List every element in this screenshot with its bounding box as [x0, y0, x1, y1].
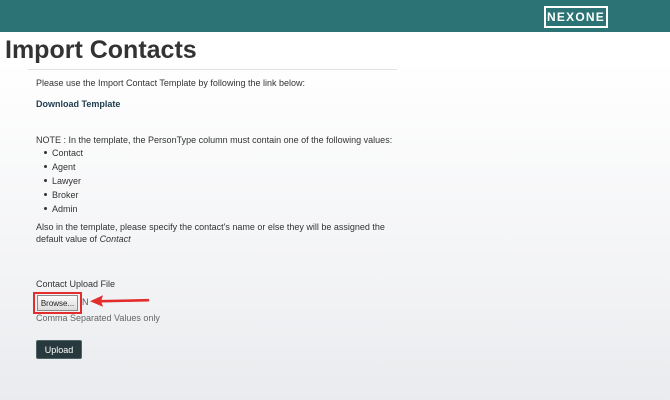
person-type-item: Broker — [44, 188, 83, 202]
nexone-logo[interactable]: NEXONE — [544, 6, 608, 28]
browse-highlight: Browse... — [33, 292, 82, 314]
file-type-hint: Comma Separated Values only — [36, 313, 160, 323]
title-divider — [28, 69, 397, 70]
download-template-link[interactable]: Download Template — [36, 99, 120, 109]
arrow-left-icon — [90, 295, 150, 307]
default-name-note-text: Also in the template, please specify the… — [36, 222, 385, 244]
default-value: Contact — [99, 234, 131, 244]
intro-text: Please use the Import Contact Template b… — [36, 78, 305, 88]
upload-file-label: Contact Upload File — [36, 279, 116, 289]
browse-button[interactable]: Browse... — [37, 295, 78, 311]
person-type-item: Admin — [44, 202, 83, 216]
top-bar: NEXONE — [0, 0, 670, 32]
person-type-list: Contact Agent Lawyer Broker Admin — [44, 146, 83, 216]
person-type-item: Lawyer — [44, 174, 83, 188]
page-title: Import Contacts — [5, 36, 197, 64]
person-type-item: Contact — [44, 146, 83, 160]
default-name-note: Also in the template, please specify the… — [36, 221, 396, 245]
note-text: NOTE : In the template, the PersonType c… — [36, 135, 393, 145]
person-type-item: Agent — [44, 160, 83, 174]
upload-button[interactable]: Upload — [36, 340, 82, 359]
